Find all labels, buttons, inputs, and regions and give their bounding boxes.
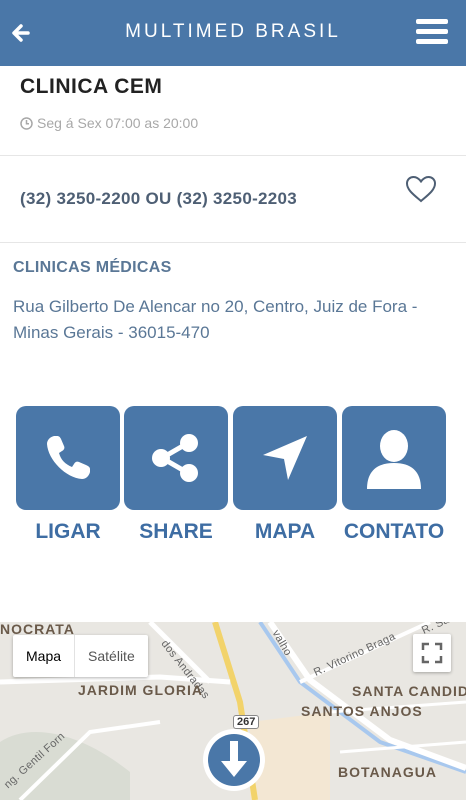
share-button[interactable]	[124, 406, 228, 510]
location-marker[interactable]	[201, 727, 267, 800]
phone-icon	[47, 436, 90, 479]
app-header: MULTIMED BRASIL	[0, 0, 466, 66]
share-action[interactable]: SHARE	[124, 406, 228, 544]
map-button[interactable]	[233, 406, 337, 510]
map-type-satellite-button[interactable]: Satélite	[75, 635, 148, 677]
navigation-arrow-icon	[263, 436, 307, 480]
clinic-address: Rua Gilberto De Alencar no 20, Centro, J…	[13, 297, 418, 342]
share-icon	[152, 434, 198, 482]
user-icon	[367, 430, 421, 489]
clinic-category: CLINICAS MÉDICAS	[13, 259, 172, 276]
call-button[interactable]	[16, 406, 120, 510]
contact-button[interactable]	[342, 406, 446, 510]
divider	[0, 155, 466, 156]
heart-outline-icon	[405, 175, 437, 203]
map-place-label: SANTA CANDID	[352, 683, 466, 699]
app-title: MULTIMED BRASIL	[125, 21, 341, 42]
fullscreen-button[interactable]	[413, 634, 451, 672]
divider	[0, 242, 466, 243]
map-place-label: JARDIM GLORIA	[78, 682, 203, 698]
opening-hours: Seg á Sex 07:00 as 20:00	[20, 115, 198, 131]
call-label: LIGAR	[35, 520, 101, 543]
map-label: MAPA	[254, 520, 316, 543]
location-map[interactable]: NOCRATA dos Andradas valho R. Vitorino B…	[0, 622, 466, 800]
clock-icon	[20, 116, 33, 130]
share-label: SHARE	[139, 520, 213, 543]
call-action[interactable]: LIGAR	[16, 406, 120, 544]
map-pin-icon	[203, 729, 265, 791]
hours-text: Seg á Sex 07:00 as 20:00	[37, 115, 199, 131]
menu-button[interactable]	[416, 19, 448, 47]
phone-numbers[interactable]: (32) 3250-2200 OU (32) 3250-2203	[20, 189, 297, 209]
clinic-name: CLINICA CEM	[20, 75, 163, 98]
map-place-label: BOTANAGUA	[338, 764, 437, 780]
map-place-label: SANTOS ANJOS	[301, 703, 423, 719]
contact-action[interactable]: CONTATO	[342, 406, 446, 544]
hamburger-menu-icon	[416, 19, 448, 44]
contact-label: CONTATO	[343, 520, 445, 543]
map-action[interactable]: MAPA	[233, 406, 337, 544]
favorite-button[interactable]	[404, 174, 438, 204]
map-type-control: Mapa Satélite	[13, 635, 148, 677]
fullscreen-icon	[421, 642, 443, 664]
map-type-map-button[interactable]: Mapa	[13, 635, 76, 677]
